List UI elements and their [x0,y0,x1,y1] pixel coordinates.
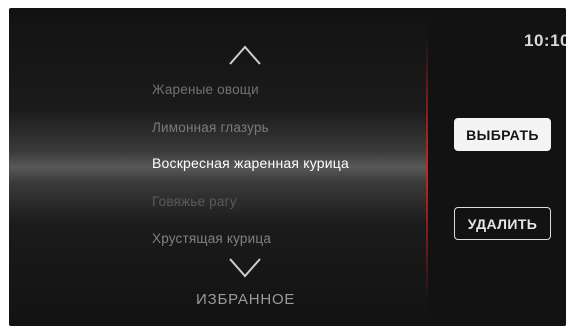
clock-readout: 10:10 [524,31,566,50]
list-item[interactable]: Хрустящая курица [152,231,271,246]
chevron-up-icon[interactable] [228,44,262,66]
panel-divider [426,38,428,300]
list-item-selected[interactable]: Воскресная жаренная курица [152,155,349,171]
chevron-down-icon[interactable] [228,257,262,279]
list-item[interactable]: Лимонная глазурь [152,120,269,135]
delete-button[interactable]: УДАЛИТЬ [454,207,551,240]
list-item[interactable]: Говяжье рагу [152,194,237,209]
category-label: ИЗБРАННОЕ [196,291,296,308]
oven-display-screen: 10:10 Жареные овощи Лимонная глазурь Вос… [9,8,566,326]
list-item[interactable]: Жареные овощи [152,82,259,97]
action-panel [428,8,566,326]
select-button[interactable]: ВЫБРАТЬ [454,118,551,151]
